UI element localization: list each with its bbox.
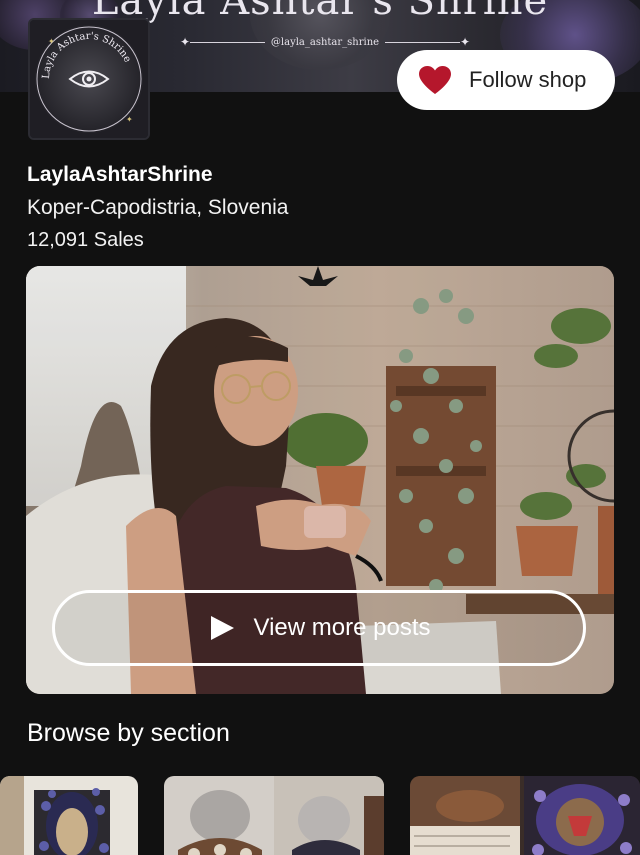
shop-name[interactable]: LaylaAshtarShrine — [27, 163, 213, 187]
section-thumbnail[interactable] — [410, 776, 640, 855]
svg-text:✦: ✦ — [48, 37, 55, 46]
shop-sales-count: 12,091 Sales — [27, 229, 144, 251]
svg-text:✦: ✦ — [126, 115, 133, 124]
banner-handle-row: ✦ @layla_ashtar_shrine ✦ — [180, 34, 470, 50]
sparkle-icon: ✦ — [180, 35, 191, 49]
shop-logo-emblem: Layla Ashtar's Shrine ✦ ✦ — [30, 20, 148, 138]
heart-icon — [419, 66, 451, 94]
shop-video-card[interactable]: View more posts — [26, 266, 614, 694]
section-thumbnail-image — [164, 776, 384, 855]
banner-handle: @layla_ashtar_shrine — [270, 36, 380, 48]
play-icon — [210, 616, 234, 640]
shop-location: Koper-Capodistria, Slovenia — [27, 196, 289, 219]
section-thumbnail[interactable] — [164, 776, 384, 855]
view-more-posts-button[interactable]: View more posts — [52, 590, 586, 666]
shop-logo[interactable]: Layla Ashtar's Shrine ✦ ✦ — [28, 18, 150, 140]
section-thumbnail-image — [0, 776, 138, 855]
follow-shop-label: Follow shop — [469, 67, 587, 92]
divider-line — [190, 41, 265, 43]
sparkle-icon: ✦ — [459, 35, 470, 49]
follow-shop-button[interactable]: Follow shop — [397, 50, 615, 110]
section-thumbnail-image — [410, 776, 640, 855]
divider-line — [385, 41, 460, 43]
view-more-posts-label: View more posts — [253, 614, 431, 641]
section-thumbnail[interactable] — [0, 776, 138, 855]
browse-by-section-heading: Browse by section — [27, 719, 230, 747]
